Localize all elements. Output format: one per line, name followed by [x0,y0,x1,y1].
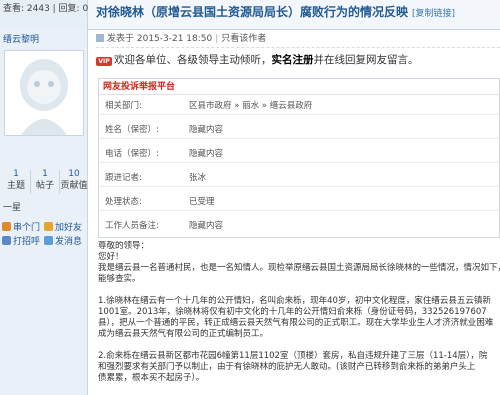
report-row: 处理状态: 已受理 [99,193,499,211]
post-meta: 发表于 2015-3-21 18:50 | 只看该作者 [96,30,500,48]
post-icon [96,34,104,42]
welcome-lead: 欢迎各单位、各级领导主动倾听， [114,54,272,66]
thread-title: 对徐晓林（原增云县国土资源局局长）腐败行为的情况反映 [复制链接] [96,3,455,20]
author-level: 一星 [3,203,22,213]
report-key: 工作人员备注: [105,221,159,231]
visit-label: 串个门 [13,223,41,233]
report-heading: 网友投诉举报平台 [99,79,499,95]
body-spacer [98,340,500,351]
stat-contribution[interactable]: 10 贡献值 [60,168,88,192]
report-key: 电话（保密）: [105,149,159,159]
stat-contribution-label: 贡献值 [60,181,88,191]
author-only-link[interactable]: 只看该作者 [221,34,266,44]
stat-contribution-num: 10 [68,169,80,179]
stat-topics[interactable]: 1 主题 [2,168,30,192]
greet-icon [2,236,11,245]
body-spacer [98,285,500,296]
stat-topics-num: 1 [13,169,19,179]
stat-posts-label: 帖子 [35,181,54,191]
body-line: 2.俞来栎在缙云县新区都市花园6幢第11层1102室（顶楼）套房，私自违规升建了… [98,351,488,361]
message-label: 发消息 [55,237,83,247]
add-friend-icon [44,222,53,231]
report-row: 工作人员备注: 隐藏内容 [99,217,499,235]
body-line: 债累累，根本买不起房子）。 [98,373,205,383]
stat-posts-num: 1 [42,169,48,179]
body-line: 和强烈要求有关部门予以制止，由于有徐晓林的庇护无人敢动。(该财产已转移到俞来栎的… [98,362,476,372]
report-row: 姓名（保密）: 隐藏内容 [99,121,499,139]
report-value: 隐藏内容 [189,125,224,135]
message-icon [44,236,53,245]
report-key: 处理状态: [105,197,142,207]
stat-posts[interactable]: 1 帖子 [31,168,59,192]
add-friend-label: 加好友 [55,223,83,233]
report-value[interactable]: 区县市政府 » 丽水 » 缙云县政府 [189,97,312,115]
body-line: 成为缙云县天然气有限公司的正式编制员工。 [98,329,269,339]
meta-separator: | [215,34,219,44]
welcome-tail: 并在线回复网友留言。 [313,54,419,66]
message-button[interactable]: 发消息 [44,234,82,247]
report-value: 张冰 [189,173,207,183]
greet-label: 打招呼 [13,237,41,247]
body-line: 县），把从一个普通的平民，转正成缙云县天然气有限公司的正式职工。现在大学毕业生人… [98,318,494,328]
report-key: 跟进记者: [105,173,142,183]
thread-stats: 查看: 2443 | 回复: 0 [0,0,88,30]
post: 发表于 2015-3-21 18:50 | 只看该作者 VIP 欢迎各单位、各级领导主… [92,30,500,395]
welcome-notice: VIP 欢迎各单位、各级领导主动倾听，实名注册并在线回复网友留言。 [96,52,419,67]
report-table: 网友投诉举报平台 相关部门: 区县市政府 » 丽水 » 缙云县政府 姓名（保密）… [98,78,500,238]
report-row: 跟进记者: 张冰 [99,169,499,187]
author-stats: 1 主题 1 帖子 10 贡献值 [0,168,88,200]
body-line: 1001室。2013年，徐晓林将仅有初中文化的十几年的公开情妇俞来栎（身份证号码… [98,307,487,317]
report-key: 相关部门: [105,101,142,111]
thread-title-bar: 对徐晓林（原增云县国土资源局局长）腐败行为的情况反映 [复制链接] [88,0,500,30]
welcome-bold: 实名注册 [271,54,314,66]
avatar[interactable] [4,50,84,136]
body-line: 尊敬的领导： [98,241,150,251]
vip-badge: VIP [96,57,112,66]
body-line: 1.徐晓林在缙云有一个十几年的公开情妇，名叫俞来栎，现年40岁，初中文化程度，家… [98,296,491,306]
report-row: 相关部门: 区县市政府 » 丽水 » 缙云县政府 [99,97,499,115]
author-name[interactable]: 缙云黎明 [3,32,39,45]
add-friend-button[interactable]: 加好友 [44,220,82,233]
post-body: 尊敬的领导： 您好！ 我是缙云县一名普通村民，也是一名知情人。现检举原缙云县国土… [98,241,500,384]
body-line: 我是缙云县一名普通村民，也是一名知情人。现检举原缙云县国土资源局局长徐晓林的一些… [98,263,500,273]
greet-button[interactable]: 打招呼 [2,234,40,247]
post-time: 发表于 2015-3-21 18:50 [107,34,213,44]
thread-title-text: 对徐晓林（原增云县国土资源局局长）腐败行为的情况反映 [96,5,409,19]
chat-icon [2,222,11,231]
body-line: 您好！ [98,252,124,262]
report-value: 隐藏内容 [189,149,224,159]
report-value: 隐藏内容 [189,221,224,231]
visit-button[interactable]: 串个门 [2,220,40,233]
report-row: 电话（保密）: 隐藏内容 [99,145,499,163]
author-sidebar: 缙云黎明 1 主题 1 帖子 10 贡献值 一星 串个门 加好友 打招呼 发消息 [0,30,88,395]
report-value: 已受理 [189,197,215,207]
report-key: 姓名（保密）: [105,125,159,135]
copy-link[interactable]: [复制链接] [412,9,455,19]
body-line: 能够查实。 [98,274,141,284]
default-avatar-icon [5,51,83,135]
stat-topics-label: 主题 [6,181,25,191]
